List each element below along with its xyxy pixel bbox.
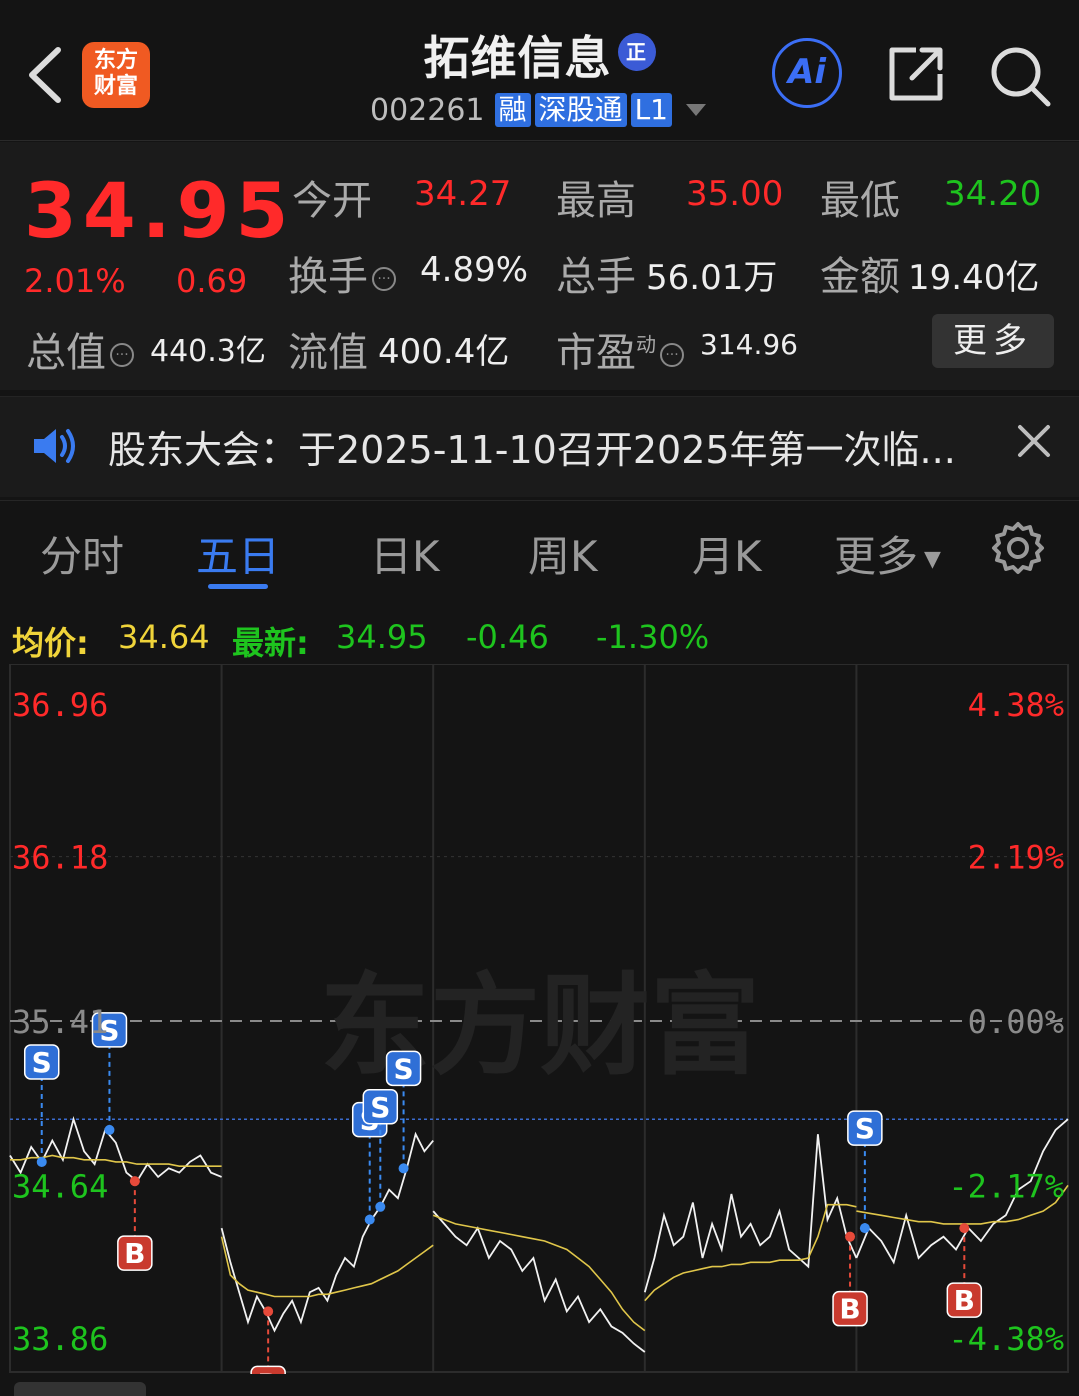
volume-value: 56.01万: [646, 258, 778, 298]
tag-shenzhen-connect: 深股通: [534, 93, 627, 127]
y-left-tick: 34.64: [12, 1167, 108, 1205]
header: 东方 财富 拓维信息正 002261 融 深股通 L1 Ai: [0, 0, 1079, 141]
more-quote-button[interactable]: 更多: [932, 314, 1054, 368]
mktcap-label[interactable]: 总值 ···: [26, 320, 134, 378]
close-icon[interactable]: [1016, 423, 1052, 459]
tab-more[interactable]: 更多 ▼: [834, 523, 941, 584]
stock-code: 002261: [370, 92, 485, 128]
signal-dot: [398, 1163, 409, 1174]
tab-weekly-k[interactable]: 周K: [528, 523, 598, 584]
gear-icon[interactable]: [990, 520, 1046, 576]
stock-name: 拓维信息: [423, 31, 612, 85]
signal-dot: [364, 1214, 375, 1225]
avg-label: 均价:: [12, 624, 89, 662]
signal-dot: [375, 1201, 386, 1212]
bottom-strip: [0, 1376, 1079, 1396]
series-line: [644, 1203, 857, 1302]
turnover-value: 4.89%: [420, 250, 529, 290]
y-right-tick: -2.17%: [948, 1167, 1064, 1205]
notice-banner[interactable]: 股东大会：于2025-11-10召开2025年第一次临...: [0, 396, 1079, 497]
speaker-icon: [34, 429, 75, 463]
signal-dot: [959, 1223, 970, 1234]
bottom-tab[interactable]: [14, 1382, 146, 1396]
info-dots-icon[interactable]: ···: [660, 343, 684, 367]
avg-value: 34.64: [118, 618, 210, 656]
sell-signal-label: S: [855, 1112, 875, 1145]
zheng-badge: 正: [617, 32, 656, 71]
float-cap-value: 400.4亿: [378, 332, 510, 372]
high-label: 最高: [556, 178, 636, 224]
y-right-tick: 4.38%: [968, 686, 1064, 724]
signal-dot: [845, 1231, 856, 1242]
change-percent: 2.01%: [24, 262, 126, 300]
amount-label: 金额: [820, 254, 900, 300]
pe-value: 314.96: [700, 328, 798, 361]
signal-dot: [263, 1306, 274, 1317]
stock-code-row[interactable]: 002261 融 深股通 L1: [370, 92, 706, 128]
chart-period-tabs: 分时 五日 日K 周K 月K 更多 ▼: [0, 500, 1079, 601]
y-left-tick: 35.41: [12, 1003, 108, 1041]
ai-assistant-button[interactable]: Ai: [772, 38, 842, 108]
series-line: [220, 1131, 434, 1333]
current-price: 34.95: [24, 166, 295, 255]
y-right-tick: 2.19%: [968, 839, 1064, 877]
amount-value: 19.40亿: [908, 258, 1040, 298]
turnover-label[interactable]: 换手 ···: [288, 244, 396, 302]
mktcap-value: 440.3亿: [150, 334, 266, 369]
latest-value: 34.95: [336, 618, 428, 656]
volume-label: 总手: [556, 254, 636, 300]
y-left-tick: 36.96: [12, 686, 108, 724]
float-cap-label: 流值: [288, 330, 368, 376]
buy-signal-label: B: [954, 1284, 975, 1317]
y-right-tick: -4.38%: [948, 1320, 1064, 1358]
chart-info-bar: 均价: 34.64 最新: 34.95 -0.46 -1.30%: [0, 606, 1079, 664]
tag-l1: L1: [630, 93, 672, 127]
sell-signal-label: S: [370, 1091, 390, 1124]
signal-dot: [36, 1156, 47, 1167]
buy-signal-label: B: [839, 1293, 860, 1326]
low-value: 34.20: [944, 174, 1042, 214]
chevron-down-icon[interactable]: [685, 104, 706, 116]
y-left-tick: 36.18: [12, 839, 108, 877]
tab-monthly-k[interactable]: 月K: [692, 523, 762, 584]
buy-signal-label: B: [124, 1237, 145, 1270]
search-icon[interactable]: [988, 44, 1052, 108]
notice-text: 股东大会：于2025-11-10召开2025年第一次临...: [108, 428, 956, 472]
active-tab-indicator: [208, 584, 268, 589]
sell-signal-label: S: [32, 1046, 52, 1079]
low-label: 最低: [820, 178, 900, 224]
tag-margin: 融: [494, 93, 531, 127]
signal-dot: [859, 1223, 870, 1234]
info-dots-icon[interactable]: ···: [110, 343, 134, 367]
five-day-chart[interactable]: 东方财富SSBBSSSBSB36.9636.1835.4134.6433.864…: [0, 664, 1079, 1374]
buy-signal-label: B: [257, 1367, 278, 1374]
series-line: [220, 1236, 434, 1298]
chg-pct-value: -1.30%: [596, 618, 710, 656]
tab-five-day[interactable]: 五日: [196, 523, 280, 584]
tab-daily-k[interactable]: 日K: [370, 523, 440, 584]
info-dots-icon[interactable]: ···: [372, 267, 396, 291]
high-value: 35.00: [686, 174, 784, 214]
signal-dot: [129, 1176, 140, 1187]
y-right-tick: 0.00%: [968, 1003, 1064, 1041]
latest-label: 最新:: [232, 624, 309, 662]
change-amount: 0.69: [176, 262, 248, 300]
share-icon[interactable]: [886, 44, 946, 104]
open-label: 今开: [292, 178, 372, 224]
y-left-tick: 33.86: [12, 1320, 108, 1358]
signal-dot: [104, 1124, 115, 1135]
tab-intraday[interactable]: 分时: [40, 523, 124, 584]
pe-label[interactable]: 市盈动 ···: [556, 320, 684, 378]
chg-value: -0.46: [466, 618, 549, 656]
series-line: [432, 1210, 646, 1353]
series-line: [432, 1214, 646, 1332]
open-value: 34.27: [414, 174, 512, 214]
sell-signal-label: S: [393, 1052, 413, 1085]
